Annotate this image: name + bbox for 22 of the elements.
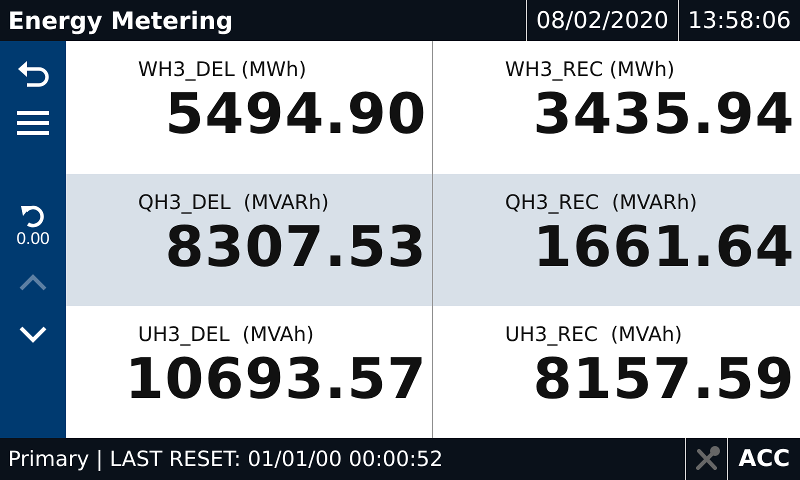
reading-value: 1661.64 <box>532 220 795 276</box>
reading-value: 8307.53 <box>164 220 427 276</box>
reading-value: 10693.57 <box>124 352 427 408</box>
menu-icon <box>17 109 49 137</box>
back-button[interactable] <box>17 59 49 89</box>
mode-indicator: ACC <box>727 438 800 480</box>
reading-label: QH3_REC (MVARh) <box>505 190 698 214</box>
reset-icon <box>20 203 46 229</box>
reading-label: WH3_REC (MWh) <box>505 57 675 81</box>
reading-label: QH3_DEL (MVARh) <box>138 190 329 214</box>
reading-label: UH3_DEL (MVAh) <box>138 322 314 346</box>
menu-button[interactable] <box>17 109 49 137</box>
reset-button[interactable]: 0.00 <box>16 203 50 249</box>
screen-title: Energy Metering <box>7 6 234 34</box>
reading-label: UH3_REC (MVAh) <box>505 322 682 346</box>
status-text: Primary | LAST RESET: 01/01/00 00:00:52 <box>7 447 444 471</box>
scroll-down-button[interactable] <box>18 325 48 343</box>
back-icon <box>17 59 49 89</box>
reading-value: 5494.90 <box>164 87 427 143</box>
reading-value: 8157.59 <box>532 352 795 408</box>
reading-value: 3435.94 <box>532 87 795 143</box>
reading-label: WH3_DEL (MWh) <box>138 57 306 81</box>
